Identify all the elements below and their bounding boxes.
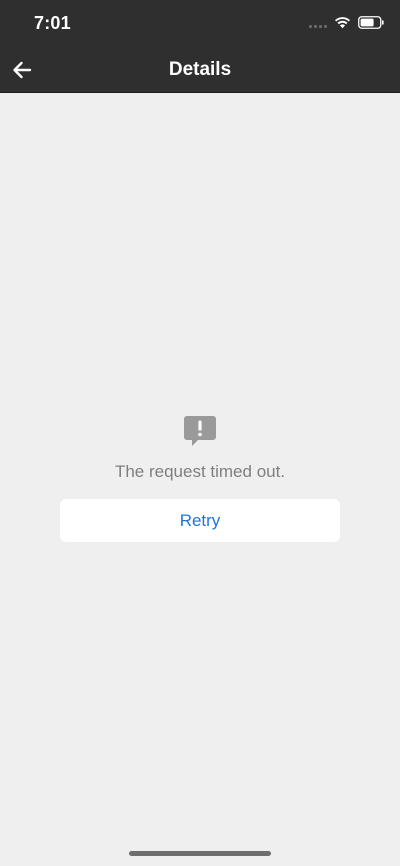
- screen: 7:01 Details The request timed out. Retr…: [0, 0, 400, 866]
- page-title: Details: [168, 59, 232, 80]
- alert-bubble-icon: [184, 416, 216, 446]
- status-time: 7:01: [34, 13, 71, 33]
- top-bar: 7:01 Details: [0, 0, 400, 93]
- home-indicator[interactable]: [129, 851, 271, 856]
- retry-button[interactable]: Retry: [60, 499, 340, 542]
- error-message: The request timed out.: [114, 462, 286, 481]
- status-icons: [309, 16, 384, 29]
- signal-icon: [309, 18, 327, 28]
- battery-icon: [358, 16, 384, 29]
- error-state: The request timed out. Retry: [0, 414, 400, 542]
- wifi-icon: [334, 16, 351, 29]
